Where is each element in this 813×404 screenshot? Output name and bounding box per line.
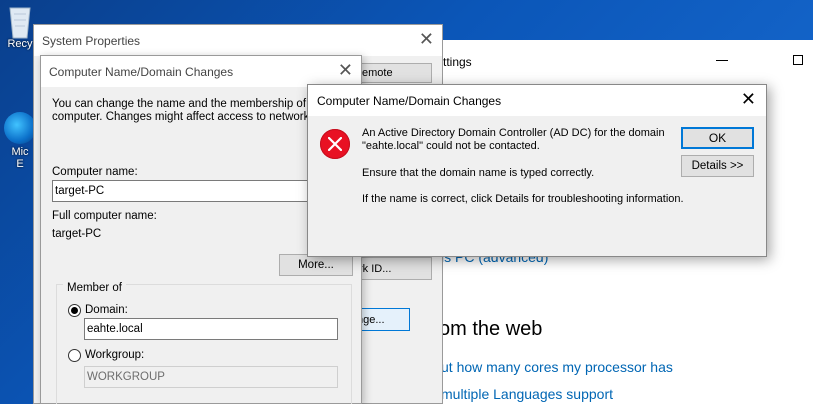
details-button[interactable]: Details >> xyxy=(681,155,754,177)
domain-radio[interactable] xyxy=(68,304,81,317)
close-icon[interactable]: ✕ xyxy=(338,60,353,81)
full-computer-name-label: Full computer name: xyxy=(52,210,157,222)
member-of-label: Member of xyxy=(63,282,126,294)
error-icon xyxy=(320,129,350,159)
settings-titlebar: ttings xyxy=(421,40,813,84)
edge-icon xyxy=(4,112,36,144)
error-ensure-text: Ensure that the domain name is typed cor… xyxy=(362,167,595,179)
error-message: An Active Directory Domain Controller (A… xyxy=(362,127,672,153)
domain-label: Domain: xyxy=(85,304,128,316)
settings-title: ttings xyxy=(443,55,472,69)
domain-input[interactable] xyxy=(84,318,338,340)
computer-name-dialog-title: Computer Name/Domain Changes xyxy=(49,65,234,79)
ok-button[interactable]: OK xyxy=(681,127,754,149)
processor-cores-link[interactable]: ut how many cores my processor has xyxy=(441,359,673,375)
system-properties-titlebar: System Properties ✕ xyxy=(34,25,442,56)
close-icon[interactable]: ✕ xyxy=(741,89,756,110)
close-icon[interactable]: ✕ xyxy=(419,29,434,50)
error-dialog-title: Computer Name/Domain Changes xyxy=(317,94,502,108)
error-dialog-titlebar: Computer Name/Domain Changes ✕ xyxy=(308,85,766,116)
system-properties-title: System Properties xyxy=(42,34,141,48)
more-button[interactable]: More... xyxy=(279,254,353,276)
computer-name-label: Computer name: xyxy=(52,166,138,178)
computer-name-dialog-titlebar: Computer Name/Domain Changes ✕ xyxy=(41,56,361,87)
recycle-bin-label: Recy xyxy=(7,38,33,50)
workgroup-label: Workgroup: xyxy=(85,349,145,361)
network-id-button[interactable]: rk ID... xyxy=(352,257,432,280)
error-dialog: Computer Name/Domain Changes ✕ An Active… xyxy=(307,84,767,257)
error-message-line2: "eahte.local" could not be contacted. xyxy=(362,140,540,152)
workgroup-input xyxy=(84,366,338,388)
minimize-icon[interactable] xyxy=(716,60,728,61)
error-message-line1: An Active Directory Domain Controller (A… xyxy=(362,127,665,139)
help-from-web-heading: om the web xyxy=(439,318,543,340)
languages-support-link[interactable]: multiple Languages support xyxy=(441,386,613,402)
recycle-bin-icon xyxy=(5,0,35,39)
remote-tab[interactable]: emote xyxy=(352,63,432,83)
full-computer-name-value: target-PC xyxy=(52,228,102,240)
workgroup-radio[interactable] xyxy=(68,349,81,362)
error-details-text: If the name is correct, click Details fo… xyxy=(362,193,684,205)
maximize-icon[interactable] xyxy=(793,55,803,65)
